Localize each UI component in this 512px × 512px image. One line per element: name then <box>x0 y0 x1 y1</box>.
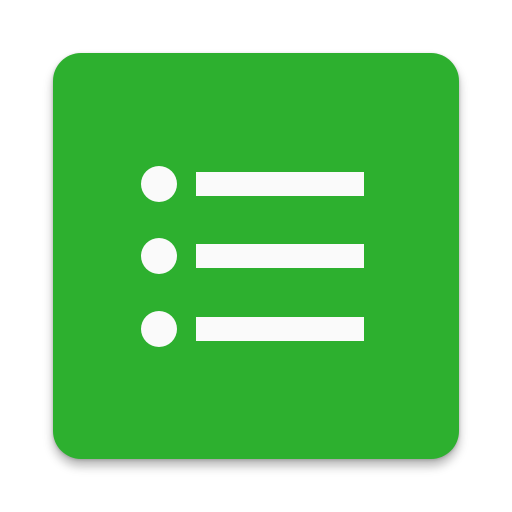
screen <box>0 0 512 512</box>
list-line-bar <box>196 317 364 341</box>
bullet-dot-icon <box>141 311 177 347</box>
bulleted-list-icon <box>53 53 459 459</box>
bullet-dot-icon <box>141 166 177 202</box>
list-row-1 <box>141 166 367 202</box>
list-row-3 <box>141 311 367 347</box>
list-row-2 <box>141 238 367 274</box>
list-line-bar <box>196 244 364 268</box>
list-line-bar <box>196 172 364 196</box>
bulleted-list-app-icon[interactable] <box>53 53 459 459</box>
bullet-dot-icon <box>141 238 177 274</box>
